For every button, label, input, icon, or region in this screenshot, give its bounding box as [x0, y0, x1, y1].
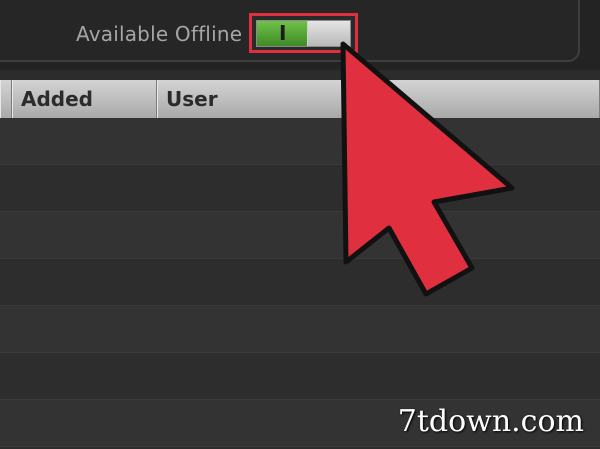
- watermark-text: 7tdown.com: [397, 404, 584, 439]
- arrow-pointer-icon: [340, 41, 515, 297]
- app-window: Available Offline I Added User 7tdown.co…: [0, 0, 600, 449]
